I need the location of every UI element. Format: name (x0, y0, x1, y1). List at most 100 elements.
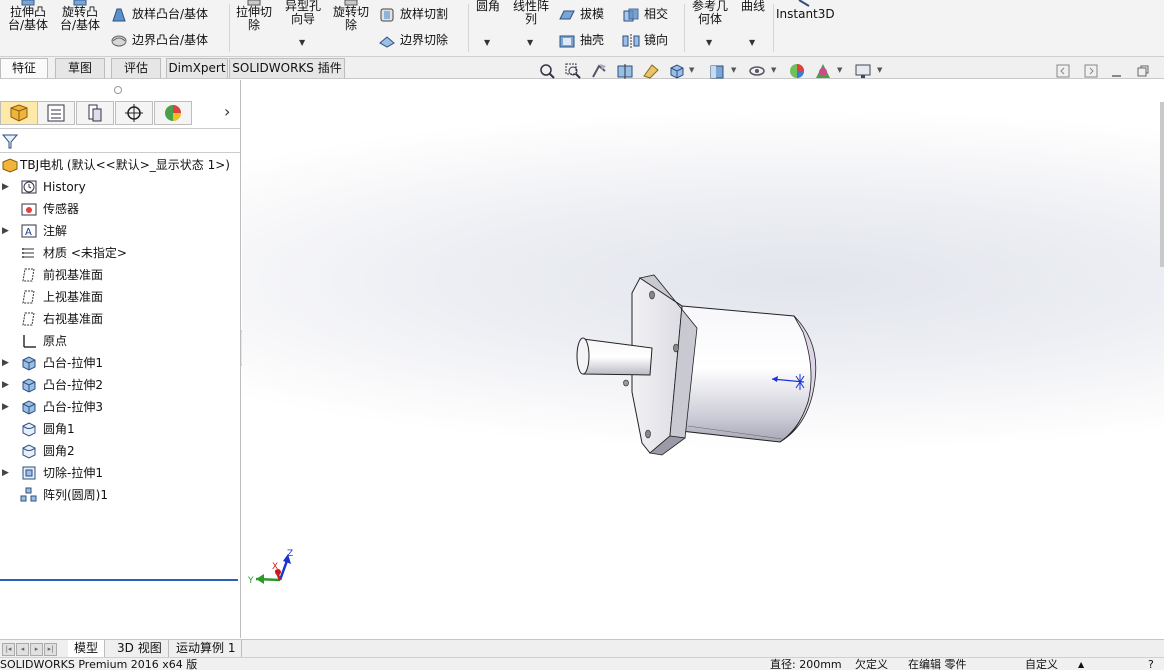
hide-show-dropdown-icon[interactable]: ▼ (771, 66, 776, 74)
tab-sketch[interactable]: 草图 (55, 58, 105, 78)
reference-geometry-dropdown-icon[interactable]: ▼ (706, 38, 712, 47)
tree-item[interactable]: ▶ 凸台-拉伸2 (0, 374, 240, 396)
expand-arrow-icon[interactable]: ▶ (2, 176, 9, 198)
next-tab-arrow-icon[interactable]: ▸ (30, 643, 43, 656)
extrude-cut-button[interactable]: 拉伸切除 (233, 0, 275, 32)
tab-evaluate[interactable]: 评估 (111, 58, 161, 78)
revolve-cut-button[interactable]: 旋转切除 (330, 0, 372, 32)
instant3d-label: Instant3D (776, 7, 835, 21)
more-tabs-chevron-icon[interactable]: › (224, 102, 230, 121)
tree-item[interactable]: 传感器 (0, 198, 240, 220)
intersect-label: 相交 (644, 7, 669, 21)
revolve-boss-button[interactable]: 旋转凸台/基体 (56, 0, 104, 32)
reference-geometry-button[interactable]: 参考几何体 (688, 0, 732, 26)
tab-feature-tree[interactable] (0, 101, 38, 125)
apply-scene-icon[interactable] (814, 62, 832, 80)
tree-item-label: 注解 (43, 224, 68, 238)
feature-manager-panel: › TBJ电机 (默认<<默认>_显示状态 1>) ▶ History 传感器 ▶ A 注… (0, 80, 241, 638)
tab-model[interactable]: 模型 (68, 640, 106, 657)
expand-arrow-icon[interactable]: ▶ (2, 396, 9, 418)
expand-arrow-icon[interactable]: ▶ (2, 374, 9, 396)
tree-item[interactable]: 圆角2 (0, 440, 240, 462)
first-tab-arrow-icon[interactable]: |◂ (2, 643, 15, 656)
status-units-custom[interactable]: 自定义 (1025, 658, 1058, 670)
fillet-button[interactable]: 圆角 (472, 0, 504, 13)
expand-arrow-icon[interactable]: ▶ (2, 462, 9, 484)
boundary-boss-button[interactable]: 边界凸台/基体 (110, 30, 208, 50)
tab-3d-views[interactable]: 3D 视图 (111, 640, 169, 657)
tree-item-label: 右视基准面 (43, 312, 104, 326)
tab-solidworks-addins[interactable]: SOLIDWORKS 插件 (229, 58, 345, 78)
prev-tab-arrow-icon[interactable]: ◂ (16, 643, 29, 656)
loft-boss-button[interactable]: 放样凸台/基体 (110, 4, 208, 24)
tree-item[interactable]: ▶ A 注解 (0, 220, 240, 242)
curves-dropdown-icon[interactable]: ▼ (749, 38, 755, 47)
tree-item[interactable]: 上视基准面 (0, 286, 240, 308)
edit-appearance-icon[interactable] (788, 62, 806, 80)
last-tab-arrow-icon[interactable]: ▸| (44, 643, 57, 656)
help-icon[interactable]: ? (1148, 658, 1154, 670)
tab-property-manager[interactable] (37, 101, 75, 125)
window-tile-left-icon[interactable] (1056, 64, 1070, 78)
fillet-dropdown-icon[interactable]: ▼ (484, 38, 490, 47)
loft-cut-button[interactable]: 放样切割 (378, 4, 448, 24)
revolve-boss-label: 旋转凸台/基体 (59, 5, 101, 32)
tree-item-label: 传感器 (43, 202, 80, 216)
view-orientation-icon[interactable] (668, 62, 686, 80)
draft-button[interactable]: 拔模 (558, 4, 604, 24)
tree-root-part[interactable]: TBJ电机 (默认<<默认>_显示状态 1>) (0, 154, 240, 176)
expand-arrow-icon[interactable]: ▶ (2, 220, 9, 242)
tree-item[interactable]: 前视基准面 (0, 264, 240, 286)
minimize-icon[interactable] (1110, 64, 1124, 78)
tree-item[interactable]: ▶ History (0, 176, 240, 198)
zoom-to-area-icon[interactable] (564, 62, 582, 80)
window-tile-right-icon[interactable] (1084, 64, 1098, 78)
restore-icon[interactable] (1136, 64, 1150, 78)
tree-item[interactable]: 右视基准面 (0, 308, 240, 330)
rollback-bar[interactable] (0, 579, 238, 581)
extrude-boss-button[interactable]: 拉伸凸台/基体 (4, 0, 52, 32)
shell-button[interactable]: 抽壳 (558, 30, 604, 50)
mirror-button[interactable]: 镜向 (622, 30, 668, 50)
tab-display-manager[interactable] (154, 101, 192, 125)
dynamic-annotation-views-icon[interactable] (642, 62, 660, 80)
instant3d-button[interactable]: Instant3D (776, 0, 835, 21)
status-units-dropdown-icon[interactable]: ▲ (1078, 658, 1084, 670)
tree-item[interactable]: ▶ 凸台-拉伸1 (0, 352, 240, 374)
linear-pattern-dropdown-icon[interactable]: ▼ (527, 38, 533, 47)
tab-motion-study[interactable]: 运动算例 1 (170, 640, 243, 657)
tab-features[interactable]: 特征 (0, 58, 48, 78)
intersect-button[interactable]: 相交 (622, 4, 668, 24)
apply-scene-dropdown-icon[interactable]: ▼ (837, 66, 842, 74)
hole-wizard-button[interactable]: 异型孔向导 (280, 0, 326, 26)
view-orientation-dropdown-icon[interactable]: ▼ (689, 66, 694, 74)
hole-wizard-dropdown-icon[interactable]: ▼ (299, 38, 305, 47)
tab-configuration-manager[interactable] (76, 101, 114, 125)
tree-item-label: 阵列(圆周)1 (43, 488, 108, 502)
property-manager-icon (47, 104, 65, 122)
display-style-icon[interactable] (708, 62, 726, 80)
zoom-to-fit-icon[interactable] (538, 62, 556, 80)
panel-grip[interactable] (114, 86, 122, 94)
view-settings-icon[interactable] (854, 62, 872, 80)
view-settings-dropdown-icon[interactable]: ▼ (877, 66, 882, 74)
expand-arrow-icon[interactable]: ▶ (2, 352, 9, 374)
boundary-cut-button[interactable]: 边界切除 (378, 30, 448, 50)
graphics-viewport[interactable]: Y Z X (242, 80, 1164, 638)
tab-dimxpert-manager[interactable] (115, 101, 153, 125)
filter-icon[interactable] (1, 132, 19, 150)
tree-item[interactable]: 阵列(圆周)1 (0, 484, 240, 506)
tab-dimxpert[interactable]: DimXpert (166, 58, 228, 78)
section-view-icon[interactable] (616, 62, 634, 80)
tree-item[interactable]: ▶ 凸台-拉伸3 (0, 396, 240, 418)
display-style-dropdown-icon[interactable]: ▼ (731, 66, 736, 74)
linear-pattern-button[interactable]: 线性阵列 (508, 0, 554, 26)
curves-button[interactable]: 曲线 (737, 0, 769, 13)
hide-show-items-icon[interactable] (748, 62, 766, 80)
tree-item[interactable]: 圆角1 (0, 418, 240, 440)
tree-filter-bar[interactable] (0, 128, 240, 153)
previous-view-icon[interactable] (590, 62, 608, 80)
tree-item[interactable]: 原点 (0, 330, 240, 352)
tree-item[interactable]: ▶ 切除-拉伸1 (0, 462, 240, 484)
tree-item[interactable]: 材质 <未指定> (0, 242, 240, 264)
